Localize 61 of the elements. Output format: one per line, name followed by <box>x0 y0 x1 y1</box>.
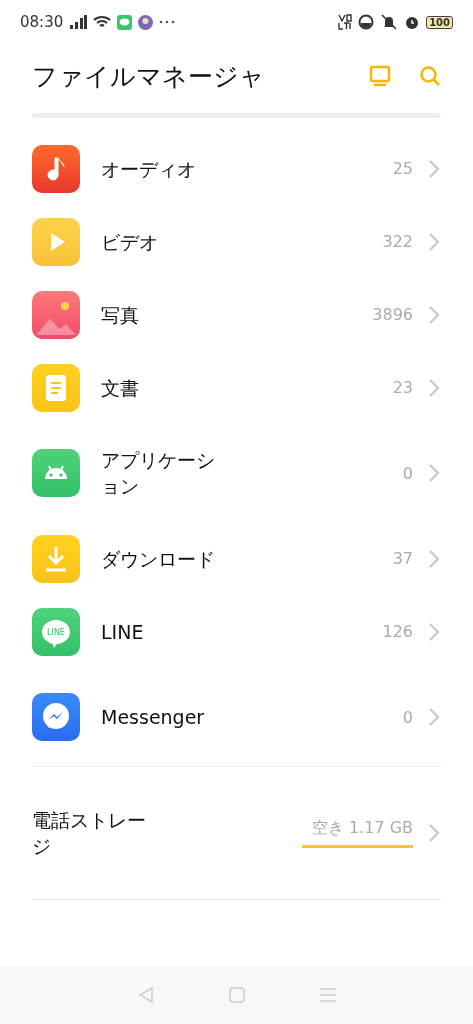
free-space: 空き 1.17 GB <box>301 818 413 848</box>
chevron-icon <box>427 231 441 252</box>
chevron-icon <box>427 304 441 325</box>
category-label: ダウンロード <box>101 546 215 572</box>
chat-app-icon <box>117 14 133 30</box>
search-icon[interactable] <box>419 65 441 87</box>
storage-item[interactable]: 電話ストレージ 空き 1.17 GB <box>0 767 473 899</box>
chevron-icon <box>427 823 441 843</box>
category-item[interactable]: アプリケーション 0 <box>0 424 473 522</box>
logo-text: LINE <box>47 627 65 637</box>
category-label: Messenger <box>101 705 205 730</box>
wifi-icon <box>93 15 112 29</box>
more-icon <box>159 20 176 24</box>
messenger-tile-icon <box>32 693 80 741</box>
volte-icon <box>338 14 353 30</box>
storage-label: 電話ストレージ <box>32 808 147 859</box>
monitor-icon[interactable] <box>369 65 391 87</box>
download-tile-icon <box>32 534 80 583</box>
category-label: 写真 <box>101 302 139 328</box>
category-item[interactable]: LINE LINE 126 <box>0 595 473 668</box>
back-icon[interactable] <box>136 986 155 1004</box>
file-count: 25 <box>392 159 413 178</box>
menu-icon[interactable] <box>318 986 337 1004</box>
file-count: 0 <box>402 707 413 727</box>
file-count: 3896 <box>372 305 413 324</box>
audio-tile-icon <box>32 144 80 193</box>
category-label: オーディオ <box>101 156 196 182</box>
muted-bell-icon <box>380 14 399 30</box>
app-tile-icon <box>32 449 80 497</box>
category-item[interactable]: オーディオ 25 <box>0 132 473 205</box>
category-item[interactable]: ダウンロード 37 <box>0 522 473 595</box>
file-count: 37 <box>392 549 413 568</box>
chevron-icon <box>427 158 441 179</box>
file-count: 0 <box>402 463 413 483</box>
avatar-icon <box>138 14 154 30</box>
page-title: ファイルマネージャ <box>32 60 266 93</box>
category-item[interactable]: 文書 23 <box>0 351 473 424</box>
chevron-icon <box>427 707 441 727</box>
category-item[interactable]: 写真 3896 <box>0 278 473 351</box>
category-item[interactable]: Messenger 0 <box>0 668 473 766</box>
chevron-icon <box>427 377 441 398</box>
file-count: 126 <box>382 622 413 641</box>
category-item[interactable]: ビデオ 322 <box>0 205 473 278</box>
file-count: 322 <box>382 232 413 251</box>
category-label: アプリケーション <box>101 448 216 499</box>
status-time: 08:30 <box>20 13 64 31</box>
alarm-icon <box>404 14 421 30</box>
chevron-icon <box>427 463 441 483</box>
chevron-icon <box>427 548 441 569</box>
file-count: 23 <box>392 378 413 397</box>
photo-tile-icon <box>32 290 80 339</box>
data-saver-icon <box>358 14 375 30</box>
video-tile-icon <box>32 217 80 266</box>
category-label: LINE <box>101 619 144 645</box>
category-label: 文書 <box>101 375 139 401</box>
chevron-icon <box>427 621 441 642</box>
home-icon[interactable] <box>227 986 246 1004</box>
signal-icon <box>69 15 88 29</box>
battery-level: 100 <box>426 15 453 29</box>
category-label: ビデオ <box>101 229 158 255</box>
document-tile-icon <box>32 363 80 412</box>
